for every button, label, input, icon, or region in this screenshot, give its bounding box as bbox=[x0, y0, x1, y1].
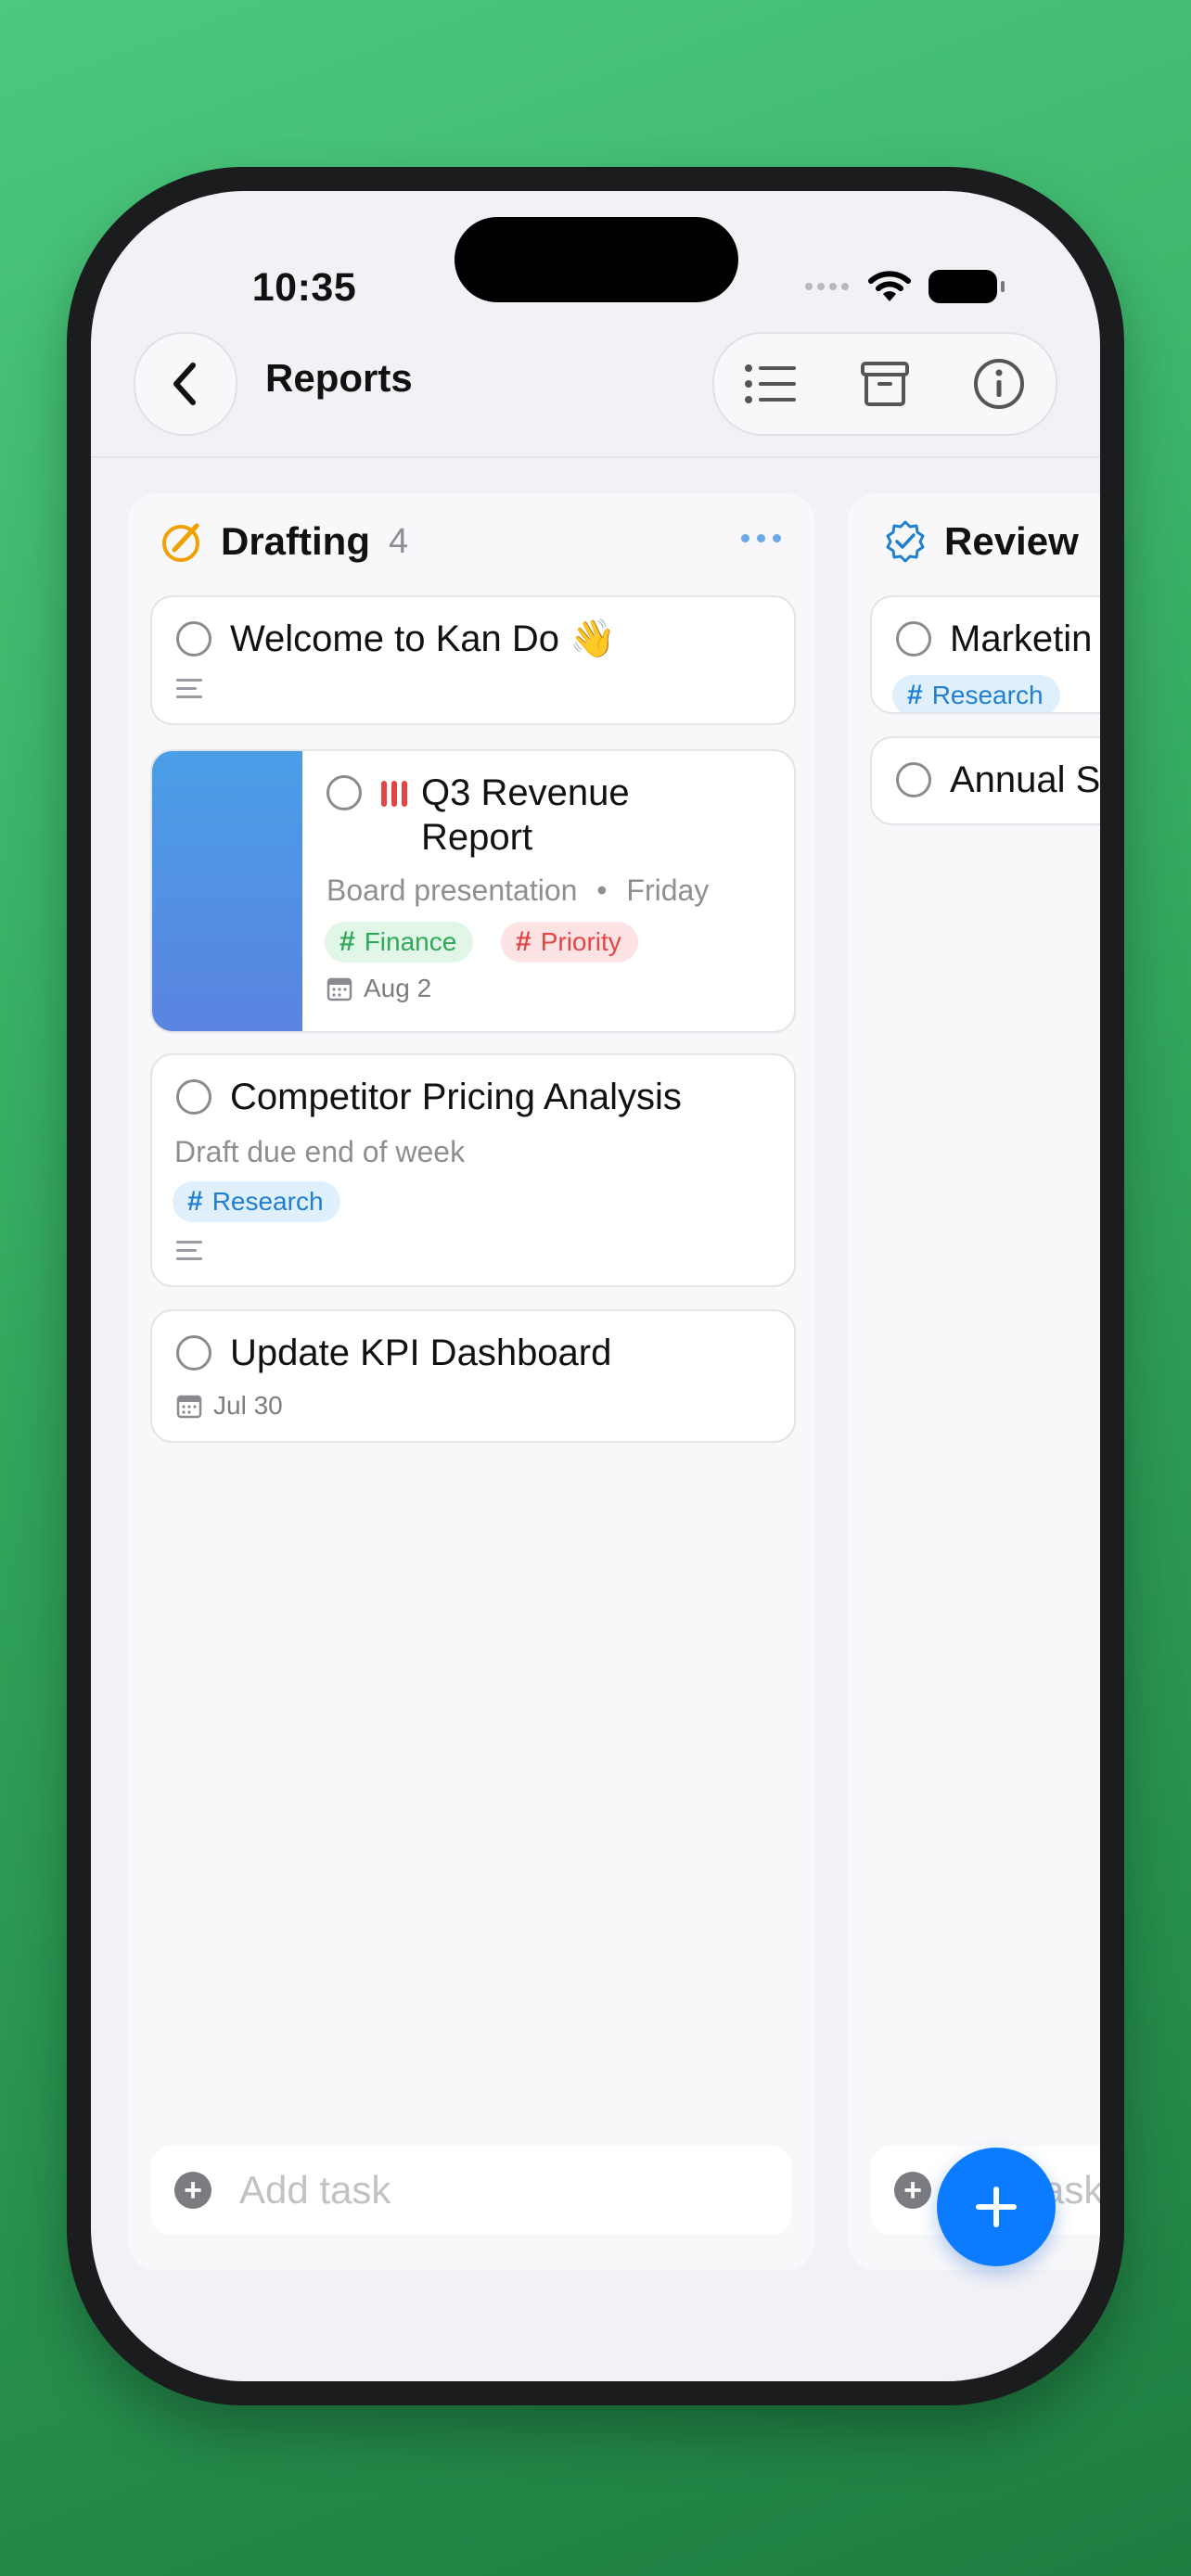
task-checkbox[interactable] bbox=[327, 775, 362, 810]
task-title-line2: Report bbox=[421, 817, 533, 858]
tag-priority[interactable]: # Priority bbox=[501, 922, 638, 963]
archive-button[interactable] bbox=[848, 347, 922, 421]
task-date-label: Jul 30 bbox=[213, 1391, 283, 1420]
ellipsis-icon bbox=[741, 534, 749, 542]
list-view-button[interactable] bbox=[734, 347, 808, 421]
status-indicators bbox=[805, 265, 1005, 308]
tag-research[interactable]: # Research bbox=[892, 675, 1060, 712]
hashtag-icon: # bbox=[907, 680, 923, 710]
list-icon bbox=[745, 364, 797, 403]
dynamic-island bbox=[455, 217, 738, 302]
tag-research[interactable]: # Research bbox=[173, 1181, 340, 1222]
task-checkbox[interactable] bbox=[176, 1335, 211, 1371]
task-date: Jul 30 bbox=[176, 1391, 283, 1421]
nav-action-group bbox=[712, 332, 1057, 436]
task-card[interactable]: Q3 Revenue Report Board presentation • F… bbox=[150, 749, 796, 1033]
task-checkbox[interactable] bbox=[896, 762, 931, 797]
info-icon bbox=[973, 359, 1024, 409]
notes-icon bbox=[176, 1241, 202, 1266]
task-date: Aug 2 bbox=[327, 974, 431, 1003]
task-subtitle: Draft due end of week bbox=[174, 1135, 466, 1168]
task-date-label: Aug 2 bbox=[364, 974, 432, 1002]
task-title: Annual S bbox=[950, 759, 1100, 800]
column-title: Review bbox=[944, 519, 1079, 563]
column-review: Review Marketin # Research Annual S + ask bbox=[848, 493, 1100, 2270]
task-title: Q3 Revenue Report bbox=[421, 771, 630, 860]
back-button[interactable] bbox=[134, 332, 237, 436]
notes-icon bbox=[176, 679, 202, 704]
task-card[interactable]: Competitor Pricing Analysis Draft due en… bbox=[150, 1053, 796, 1287]
new-task-fab[interactable] bbox=[937, 2148, 1056, 2266]
task-card[interactable]: Marketin # Research bbox=[870, 595, 1100, 714]
page-title: Reports bbox=[265, 356, 413, 400]
add-task-button[interactable]: + Add task bbox=[150, 2146, 792, 2235]
tag-label: Research bbox=[211, 1187, 324, 1216]
task-card[interactable]: Update KPI Dashboard Jul 30 bbox=[150, 1309, 796, 1443]
column-more-button[interactable] bbox=[741, 534, 781, 542]
task-checkbox[interactable] bbox=[176, 1079, 211, 1115]
plus-circle-icon: + bbox=[174, 2172, 211, 2209]
task-title: Competitor Pricing Analysis bbox=[230, 1077, 682, 1117]
calendar-icon bbox=[176, 1395, 202, 1419]
hashtag-icon: # bbox=[339, 926, 355, 957]
task-checkbox[interactable] bbox=[896, 621, 931, 657]
battery-icon bbox=[928, 270, 1005, 303]
add-task-label: Add task bbox=[239, 2168, 391, 2212]
column-title: Drafting bbox=[221, 519, 370, 563]
column-header: Review bbox=[883, 514, 1079, 569]
task-title-line1: Q3 Revenue bbox=[421, 772, 630, 813]
plus-circle-icon: + bbox=[894, 2172, 931, 2209]
task-due: Friday bbox=[626, 874, 710, 907]
info-button[interactable] bbox=[962, 347, 1036, 421]
column-drafting: Drafting 4 Welcome to Kan Do 👋 Q3 Revenu… bbox=[128, 493, 814, 2270]
hashtag-icon: # bbox=[187, 1186, 203, 1217]
task-checkbox[interactable] bbox=[176, 621, 211, 657]
phone-frame: 10:35 Reports Drafting 4 Welcome to Kan … bbox=[67, 167, 1124, 2405]
separator-dot: • bbox=[596, 874, 608, 907]
tag-finance[interactable]: # Finance bbox=[325, 922, 474, 963]
task-subtitle: Board presentation bbox=[327, 874, 578, 907]
plus-icon bbox=[976, 2187, 1017, 2227]
tag-label: Finance bbox=[364, 927, 457, 956]
task-subtitle-row: Board presentation • Friday bbox=[327, 874, 709, 908]
nav-divider bbox=[91, 456, 1100, 458]
tag-label: Research bbox=[931, 681, 1044, 709]
card-cover-image bbox=[152, 751, 302, 1031]
column-header: Drafting 4 bbox=[161, 514, 408, 569]
task-title: Marketin bbox=[950, 618, 1093, 659]
column-count: 4 bbox=[389, 521, 409, 561]
checkmark-seal-icon bbox=[886, 520, 925, 563]
task-title: Welcome to Kan Do 👋 bbox=[230, 618, 616, 659]
tag-label: Priority bbox=[540, 927, 621, 956]
chevron-left-icon bbox=[173, 363, 196, 405]
pencil-circle-icon bbox=[162, 523, 199, 562]
cellular-signal-icon bbox=[805, 283, 849, 290]
app-screen: 10:35 Reports Drafting 4 Welcome to Kan … bbox=[91, 191, 1100, 2381]
hashtag-icon: # bbox=[516, 926, 531, 957]
task-title: Update KPI Dashboard bbox=[230, 1333, 612, 1373]
task-card[interactable]: Welcome to Kan Do 👋 bbox=[150, 595, 796, 725]
wifi-icon bbox=[868, 271, 911, 301]
priority-high-icon bbox=[381, 781, 407, 807]
task-card[interactable]: Annual S bbox=[870, 736, 1100, 825]
calendar-icon bbox=[327, 977, 352, 1001]
archive-icon bbox=[860, 362, 909, 406]
status-time: 10:35 bbox=[251, 265, 357, 310]
